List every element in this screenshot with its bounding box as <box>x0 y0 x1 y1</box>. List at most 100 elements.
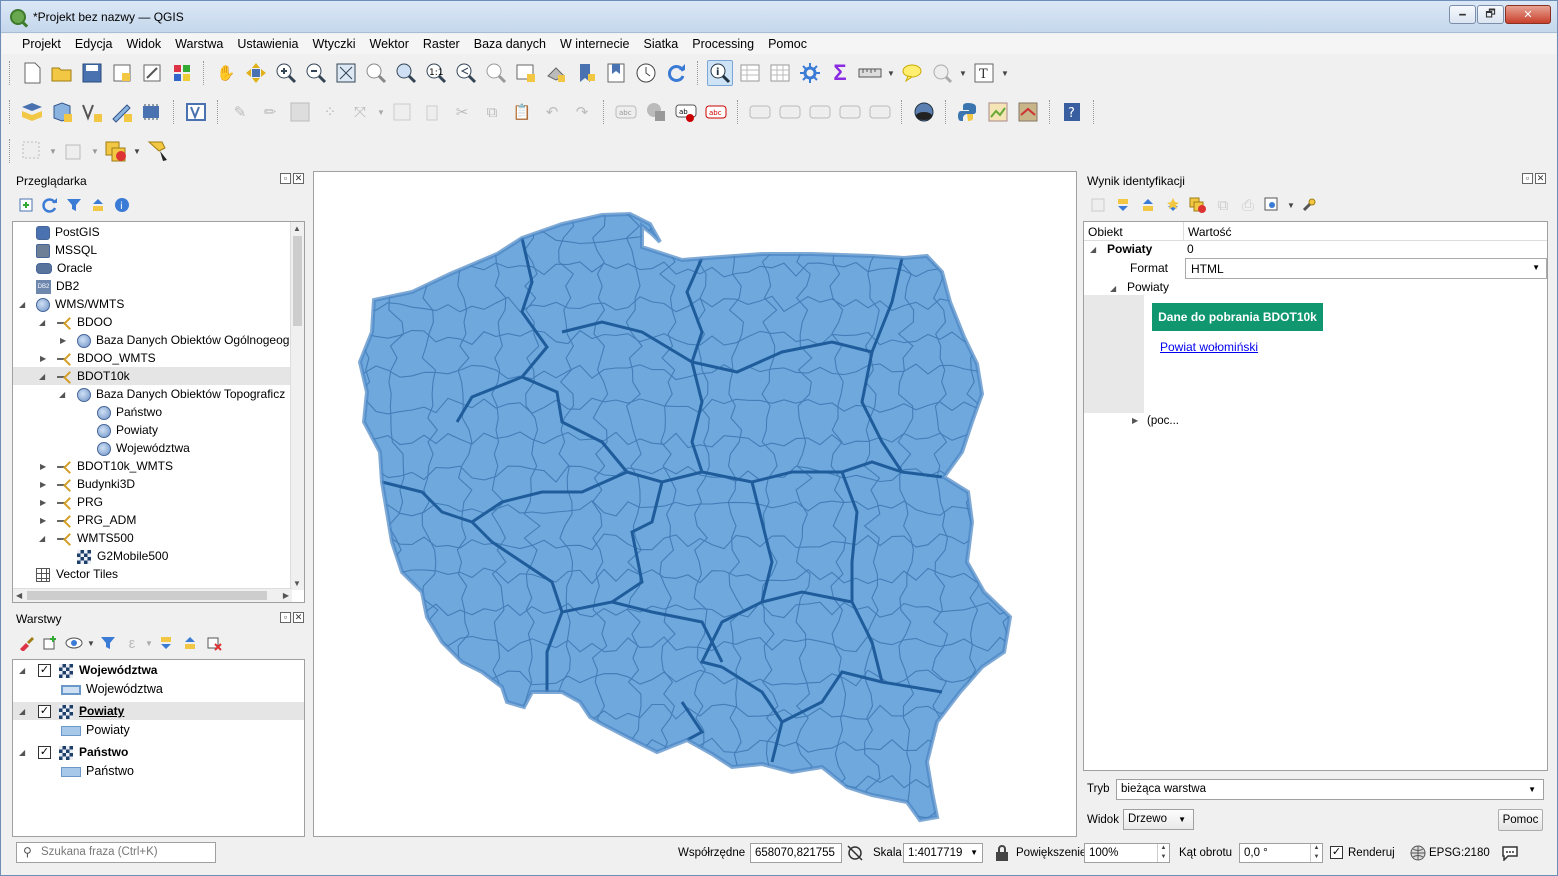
locator-search-input[interactable]: ⚲ Szukana fraza (Ctrl+K) <box>16 842 216 863</box>
manage-map-themes-icon[interactable] <box>63 630 85 656</box>
browser-hscroll-thumb[interactable] <box>27 591 267 600</box>
layer-powiaty[interactable]: Powiaty <box>59 702 124 720</box>
browser-item-bdot10k[interactable]: BDOT10k <box>57 367 130 385</box>
browser-item-bdot10k-wmts[interactable]: BDOT10k_WMTS <box>57 457 173 475</box>
powiat-link[interactable]: Powiat wołomiński <box>1160 340 1258 354</box>
filter-by-expression-icon[interactable]: ε <box>121 630 143 656</box>
map-tips-icon[interactable] <box>899 60 925 86</box>
save-layer-edits-icon[interactable] <box>287 99 313 125</box>
data-source-manager-icon[interactable] <box>19 99 45 125</box>
identify-copy-icon[interactable]: ⧉ <box>1212 192 1234 218</box>
browser-item-bdoo-wmts[interactable]: BDOO_WMTS <box>57 349 156 367</box>
render-checkbox[interactable]: ✓ <box>1330 846 1343 859</box>
locator-search-icon[interactable] <box>929 60 955 86</box>
browser-horizontal-scrollbar[interactable]: ◀ ▶ <box>13 588 292 602</box>
help-button[interactable]: Pomoc <box>1498 809 1543 831</box>
plugin-globe-icon[interactable] <box>911 99 937 125</box>
crs-label[interactable]: EPSG:2180 <box>1429 843 1490 863</box>
expand-prg-adm-icon[interactable]: ▶ <box>40 516 46 525</box>
expand-wmts500-icon[interactable]: ◢ <box>39 534 45 543</box>
layer-wojewodztwa-checkbox[interactable]: ✓ <box>38 664 51 677</box>
style-panel-icon[interactable] <box>15 630 37 656</box>
identify-expand-icon[interactable] <box>1087 192 1109 218</box>
show-bookmarks-icon[interactable] <box>603 60 629 86</box>
new-3d-map-view-icon[interactable] <box>543 60 569 86</box>
magnifier-spinbox[interactable]: 100% ▲ ▼ <box>1084 843 1170 863</box>
measure-dropdown-icon[interactable]: ▼ <box>887 69 895 78</box>
pan-to-selection-icon[interactable] <box>243 60 269 86</box>
browser-item-wojewodztwa[interactable]: Województwa <box>97 439 190 457</box>
vertex-dropdown-icon[interactable]: ▼ <box>377 108 385 117</box>
collapse-all-icon[interactable] <box>87 192 109 218</box>
browser-item-db2[interactable]: DB2 DB2 <box>36 277 79 295</box>
browser-refresh-icon[interactable] <box>39 192 61 218</box>
expand-layer-wojewodztwa-icon[interactable]: ◢ <box>19 666 25 675</box>
browser-item-panstwo[interactable]: Państwo <box>97 403 162 421</box>
identify-print-icon[interactable]: ⎙ <box>1237 192 1259 218</box>
expand-budynki3d-icon[interactable]: ▶ <box>40 480 46 489</box>
expand-result-layer-icon[interactable]: ◢ <box>1090 245 1096 254</box>
delete-selected-icon[interactable] <box>419 99 445 125</box>
maximize-button[interactable]: 🗗 <box>1477 5 1504 24</box>
new-map-view-icon[interactable] <box>513 60 539 86</box>
modify-attributes-icon[interactable] <box>389 99 415 125</box>
help-contents-icon[interactable]: ? <box>1059 99 1085 125</box>
select-value-dropdown-icon[interactable]: ▼ <box>91 147 99 156</box>
plugin-layers-icon[interactable] <box>1015 99 1041 125</box>
menu-warstwa[interactable]: Warstwa <box>167 34 229 54</box>
expand-bdoo-wmts-icon[interactable]: ▶ <box>40 354 46 363</box>
minimize-button[interactable]: 🗕 <box>1449 5 1476 24</box>
messages-icon[interactable] <box>1499 840 1521 866</box>
browser-item-wmts500[interactable]: WMTS500 <box>57 529 134 547</box>
layer-panstwo-checkbox[interactable]: ✓ <box>38 746 51 759</box>
browser-close-button[interactable]: ✕ <box>293 173 304 184</box>
temporal-controller-icon[interactable] <box>633 60 659 86</box>
expand-layer-panstwo-icon[interactable]: ◢ <box>19 748 25 757</box>
statistical-summary-icon[interactable]: Σ <box>827 60 853 86</box>
zoom-out-icon[interactable] <box>303 60 329 86</box>
browser-item-postgis[interactable]: PostGIS <box>36 223 100 241</box>
identify-clear-results-icon[interactable] <box>1187 192 1209 218</box>
lock-scale-icon[interactable] <box>991 840 1013 866</box>
move-label-icon[interactable] <box>807 99 833 125</box>
expand-bdot10k-wmts-icon[interactable]: ▶ <box>40 462 46 471</box>
format-select[interactable]: HTML ▼ <box>1185 258 1547 279</box>
coordinates-field[interactable]: 658070,821755 <box>750 843 842 863</box>
result-layer-name[interactable]: Powiaty <box>1107 240 1152 258</box>
zoom-last-icon[interactable] <box>453 60 479 86</box>
select-by-location-icon[interactable] <box>145 138 171 164</box>
browser-item-bdoo[interactable]: BDOO <box>57 313 112 331</box>
new-bookmark-icon[interactable] <box>573 60 599 86</box>
expand-bdot-child-icon[interactable]: ◢ <box>59 390 65 399</box>
undo-icon[interactable]: ↶ <box>539 99 565 125</box>
select-by-value-icon[interactable] <box>61 138 87 164</box>
expand-more-icon[interactable]: ▶ <box>1132 416 1138 425</box>
browser-item-budynki3d[interactable]: Budynki3D <box>57 475 135 493</box>
paste-features-icon[interactable]: 📋 <box>509 99 535 125</box>
map-themes-dropdown-icon[interactable]: ▼ <box>87 639 95 648</box>
menu-wtyczki[interactable]: Wtyczki <box>304 34 361 54</box>
text-annotation-icon[interactable]: T <box>971 60 997 86</box>
menu-w-internecie[interactable]: W internecie <box>552 34 635 54</box>
highlight-labels-icon[interactable]: ab <box>673 99 699 125</box>
pin-labels-icon[interactable] <box>747 99 773 125</box>
show-hide-labels-icon[interactable] <box>777 99 803 125</box>
select-features-icon[interactable] <box>19 138 45 164</box>
layers-float-button[interactable]: ▫ <box>280 612 291 623</box>
field-calculator-icon[interactable] <box>767 60 793 86</box>
menu-pomoc[interactable]: Pomoc <box>760 34 813 54</box>
redo-icon[interactable]: ↷ <box>569 99 595 125</box>
browser-item-prg-adm[interactable]: PRG_ADM <box>57 511 136 529</box>
deselect-dropdown-icon[interactable]: ▼ <box>133 147 141 156</box>
new-geopackage-layer-icon[interactable] <box>49 99 75 125</box>
expand-bdoo-icon[interactable]: ◢ <box>39 318 45 327</box>
menu-wektor[interactable]: Wektor <box>362 34 415 54</box>
change-label-icon[interactable] <box>867 99 893 125</box>
expand-prg-icon[interactable]: ▶ <box>40 498 46 507</box>
menu-baza-danych[interactable]: Baza danych <box>466 34 552 54</box>
filter-expression-dropdown-icon[interactable]: ▼ <box>145 639 153 648</box>
diagram-options-icon[interactable] <box>643 99 669 125</box>
identify-select-mode-icon[interactable] <box>1262 192 1284 218</box>
properties-info-icon[interactable]: i <box>111 192 133 218</box>
new-project-icon[interactable] <box>19 60 45 86</box>
